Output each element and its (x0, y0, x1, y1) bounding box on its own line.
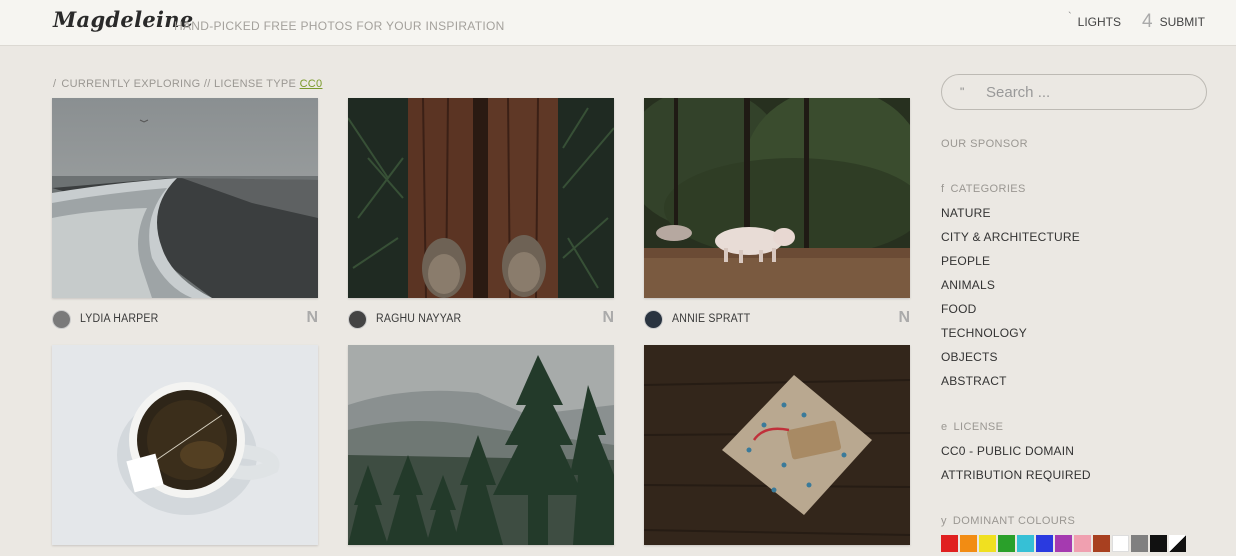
categories-icon: f (941, 183, 945, 195)
site-header: Magdeleine HAND-PICKED FREE PHOTOS FOR Y… (0, 0, 1236, 46)
colour-swatch[interactable] (1036, 535, 1053, 552)
author-name[interactable]: RAGHU NAYYAR (376, 313, 461, 325)
author-name[interactable]: LYDIA HARPER (80, 313, 158, 325)
submit-link[interactable]: 4 SUBMIT (1142, 10, 1205, 34)
colours-icon: y (941, 515, 947, 527)
category-people[interactable]: PEOPLE (941, 249, 1080, 273)
colour-swatch[interactable] (960, 535, 977, 552)
colour-swatch[interactable] (1150, 535, 1167, 552)
colour-swatch[interactable] (1055, 535, 1072, 552)
colours-heading: y DOMINANT COLOURS (941, 515, 1075, 527)
category-abstract[interactable]: ABSTRACT (941, 369, 1080, 393)
colour-swatches (941, 535, 1188, 552)
license-cc0[interactable]: CC0 - PUBLIC DOMAIN (941, 439, 1091, 463)
author-avatar[interactable] (644, 309, 663, 329)
photo-tea-cup[interactable] (52, 345, 318, 545)
photo-black-sand-beach[interactable] (52, 98, 318, 298)
author-name[interactable]: ANNIE SPRATT (672, 313, 750, 325)
photo-card (52, 345, 318, 556)
photo-meta: ANNIE SPRATT N (644, 307, 910, 331)
photo-card: LYDIA HARPER N (52, 98, 318, 331)
photo-meta: RAGHU NAYYAR N (348, 307, 614, 331)
photo-card (348, 345, 614, 556)
photo-card (644, 345, 910, 556)
photo-card: RAGHU NAYYAR N (348, 98, 614, 331)
colour-swatch[interactable] (1093, 535, 1110, 552)
license-list: CC0 - PUBLIC DOMAIN ATTRIBUTION REQUIRED (941, 439, 1091, 487)
search-icon: " (960, 85, 965, 99)
lights-label: LIGHTS (1077, 15, 1122, 29)
colour-swatch[interactable] (1169, 535, 1186, 552)
category-city-architecture[interactable]: CITY & ARCHITECTURE (941, 225, 1080, 249)
submit-label: SUBMIT (1159, 15, 1205, 29)
breadcrumb-slash: / (53, 78, 57, 90)
breadcrumb-license-link[interactable]: CC0 (300, 78, 323, 90)
license-heading: e LICENSE (941, 421, 1003, 433)
search-input[interactable] (986, 83, 1186, 101)
photo-card: ANNIE SPRATT N (644, 98, 910, 331)
license-heading-icon: e (941, 421, 948, 433)
author-avatar[interactable] (52, 309, 71, 329)
license-icon: N (306, 309, 318, 326)
license-attribution[interactable]: ATTRIBUTION REQUIRED (941, 463, 1091, 487)
category-nature[interactable]: NATURE (941, 201, 1080, 225)
colour-swatch[interactable] (1074, 535, 1091, 552)
photo-pigs-in-forest[interactable] (644, 98, 910, 298)
site-tagline: HAND-PICKED FREE PHOTOS FOR YOUR INSPIRA… (174, 19, 505, 33)
breadcrumb-text: CURRENTLY EXPLORING // LICENSE TYPE (61, 78, 300, 90)
photo-boots-on-log[interactable] (348, 98, 614, 298)
colour-swatch[interactable] (1112, 535, 1129, 552)
photo-gift-package[interactable] (644, 345, 910, 545)
license-heading-label: LICENSE (953, 421, 1004, 433)
author-avatar[interactable] (348, 309, 367, 329)
category-objects[interactable]: OBJECTS (941, 345, 1080, 369)
colour-swatch[interactable] (979, 535, 996, 552)
lights-icon: ` (1068, 11, 1072, 23)
categories-list: NATURE CITY & ARCHITECTURE PEOPLE ANIMAL… (941, 201, 1080, 393)
category-food[interactable]: FOOD (941, 297, 1080, 321)
category-animals[interactable]: ANIMALS (941, 273, 1080, 297)
colours-heading-label: DOMINANT COLOURS (952, 515, 1076, 527)
sponsor-heading: OUR SPONSOR (941, 138, 1028, 150)
categories-heading-label: CATEGORIES (950, 183, 1026, 195)
category-technology[interactable]: TECHNOLOGY (941, 321, 1080, 345)
license-icon: N (602, 309, 614, 326)
colour-swatch[interactable] (998, 535, 1015, 552)
photo-misty-pine-forest[interactable] (348, 345, 614, 545)
license-icon: N (898, 309, 910, 326)
upload-icon: 4 (1142, 11, 1153, 32)
colour-swatch[interactable] (941, 535, 958, 552)
breadcrumb: / CURRENTLY EXPLORING // LICENSE TYPE CC0 (53, 78, 322, 90)
site-logo[interactable]: Magdeleine (53, 7, 194, 32)
search-box: " (941, 74, 1207, 110)
categories-heading: f CATEGORIES (941, 183, 1026, 195)
lights-toggle[interactable]: ` LIGHTS (1068, 11, 1122, 32)
photo-meta: LYDIA HARPER N (52, 307, 318, 331)
colour-swatch[interactable] (1017, 535, 1034, 552)
colour-swatch[interactable] (1131, 535, 1148, 552)
